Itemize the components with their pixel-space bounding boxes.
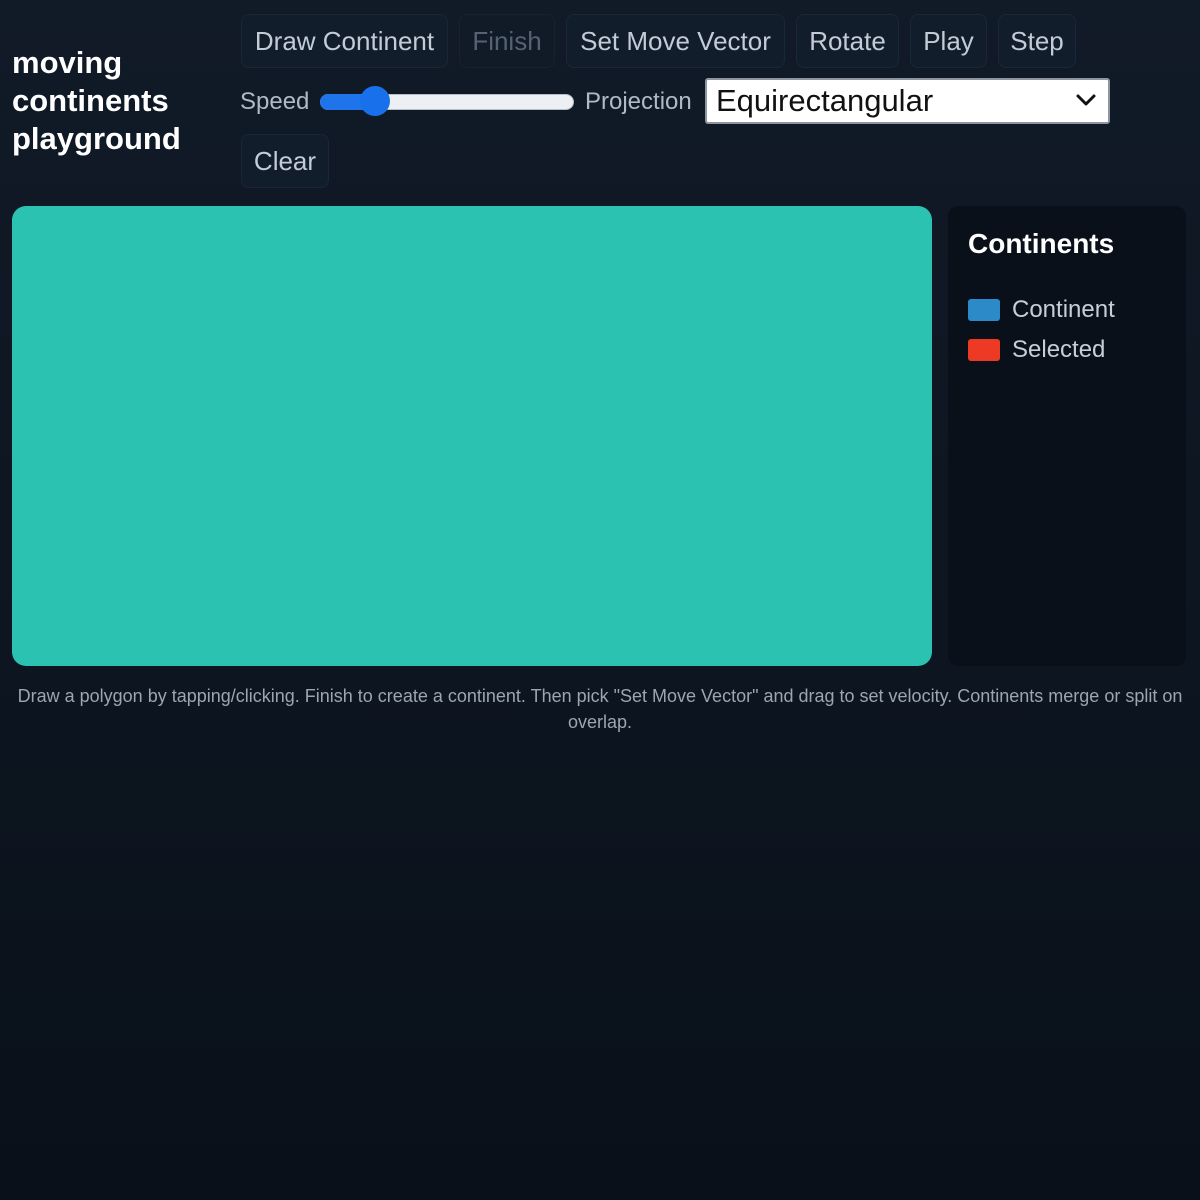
instructions-text: Draw a polygon by tapping/clicking. Fini… [17,686,1183,732]
speed-slider-thumb[interactable] [360,86,390,116]
legend-swatch-continent [968,299,1000,321]
continents-panel: Continents Continent Selected [948,206,1186,666]
legend: Continent Selected [968,290,1166,370]
projection-selected-value: Equirectangular [716,83,934,118]
map-canvas[interactable] [12,206,932,666]
legend-item-continent: Continent [968,290,1166,330]
speed-slider[interactable] [320,86,574,116]
legend-label: Continent [1012,296,1115,323]
draw-continent-button[interactable]: Draw Continent [241,14,448,68]
speed-label: Speed [240,88,310,115]
projection-select[interactable]: Equirectangular [705,78,1110,124]
projection-label: Projection [585,88,692,115]
finish-button[interactable]: Finish [459,14,555,68]
step-button[interactable]: Step [998,14,1076,68]
panel-title: Continents [968,228,1115,259]
play-button[interactable]: Play [910,14,987,68]
clear-button[interactable]: Clear [241,134,329,188]
legend-item-selected: Selected [968,330,1166,370]
legend-label: Selected [1012,336,1106,363]
set-move-vector-button[interactable]: Set Move Vector [566,14,785,68]
chevron-down-icon [1076,94,1096,106]
app-title: moving continents playground [12,45,181,156]
rotate-button[interactable]: Rotate [796,14,899,68]
legend-swatch-selected [968,339,1000,361]
